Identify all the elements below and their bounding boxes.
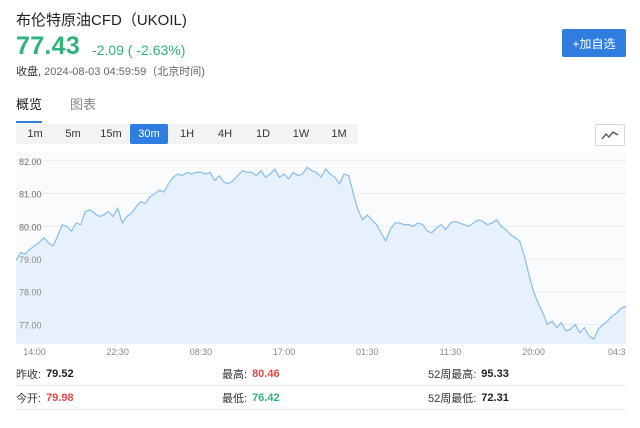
stat-high: 最高: 80.46 [222, 367, 280, 381]
range-1w[interactable]: 1W [282, 124, 320, 144]
stat-open: 今开: 79.98 [16, 391, 74, 405]
x-tick-label: 14:00 [23, 347, 46, 357]
y-tick-label: 80.00 [19, 222, 42, 232]
stat-prev-close: 昨收: 79.52 [16, 367, 74, 381]
price-chart[interactable]: 82.0081.0080.0079.0078.0077.0082.0081.00… [16, 152, 626, 358]
x-tick-label: 01:30 [356, 347, 379, 357]
close-time: 2024-08-03 04:59:59（北京时间) [41, 66, 205, 78]
instrument-title: 布伦特原油CFD（UKOIL) [16, 12, 187, 29]
y-tick-label: 78.00 [19, 288, 42, 298]
x-tick-label: 04:3 [608, 347, 626, 357]
range-4h[interactable]: 4H [206, 124, 244, 144]
range-1d[interactable]: 1D [244, 124, 282, 144]
stats-row: 今开: 79.98 最低: 76.42 52周最低: 72.31 [16, 386, 626, 410]
range-1mo[interactable]: 1M [320, 124, 358, 144]
tab-overview[interactable]: 概览 [16, 94, 43, 123]
time-range-selector: 1m 5m 15m 30m 1H 4H 1D 1W 1M [16, 124, 358, 144]
view-tabs: 概览 图表 [16, 94, 124, 123]
price-change: -2.09 ( -2.63%) [92, 42, 186, 58]
y-tick-label: 82.00 [19, 157, 42, 167]
y-tick-label: 81.00 [19, 190, 42, 200]
last-price: 77.43 [16, 32, 81, 60]
range-1m[interactable]: 1m [16, 124, 54, 144]
chart-type-button[interactable] [595, 124, 625, 146]
stat-52w-high: 52周最高: 95.33 [428, 367, 509, 381]
x-tick-label: 11:30 [439, 347, 461, 357]
stats-panel: 昨收: 79.52 最高: 80.46 52周最高: 95.33 今开: 79.98 最… [16, 362, 626, 410]
range-5m[interactable]: 5m [54, 124, 92, 144]
y-tick-label: 77.00 [19, 320, 42, 330]
range-30m[interactable]: 30m [130, 124, 168, 144]
line-chart-icon [601, 131, 619, 140]
close-info: 收盘, 2024-08-03 04:59:59（北京时间) [16, 63, 205, 79]
y-tick-label: 79.00 [19, 255, 42, 265]
add-to-watchlist-button[interactable]: +加自选 [562, 29, 626, 57]
range-15m[interactable]: 15m [92, 124, 130, 144]
x-tick-label: 17:00 [273, 347, 296, 357]
x-tick-label: 20:00 [522, 347, 545, 357]
close-label: 收盘, [16, 66, 42, 78]
stats-row: 昨收: 79.52 最高: 80.46 52周最高: 95.33 [16, 362, 626, 386]
stat-low: 最低: 76.42 [222, 391, 280, 405]
x-tick-label: 08:30 [190, 347, 213, 357]
range-1h[interactable]: 1H [168, 124, 206, 144]
tab-chart[interactable]: 图表 [70, 94, 96, 123]
x-tick-label: 22:30 [106, 347, 129, 357]
stat-52w-low: 52周最低: 72.31 [428, 391, 509, 405]
